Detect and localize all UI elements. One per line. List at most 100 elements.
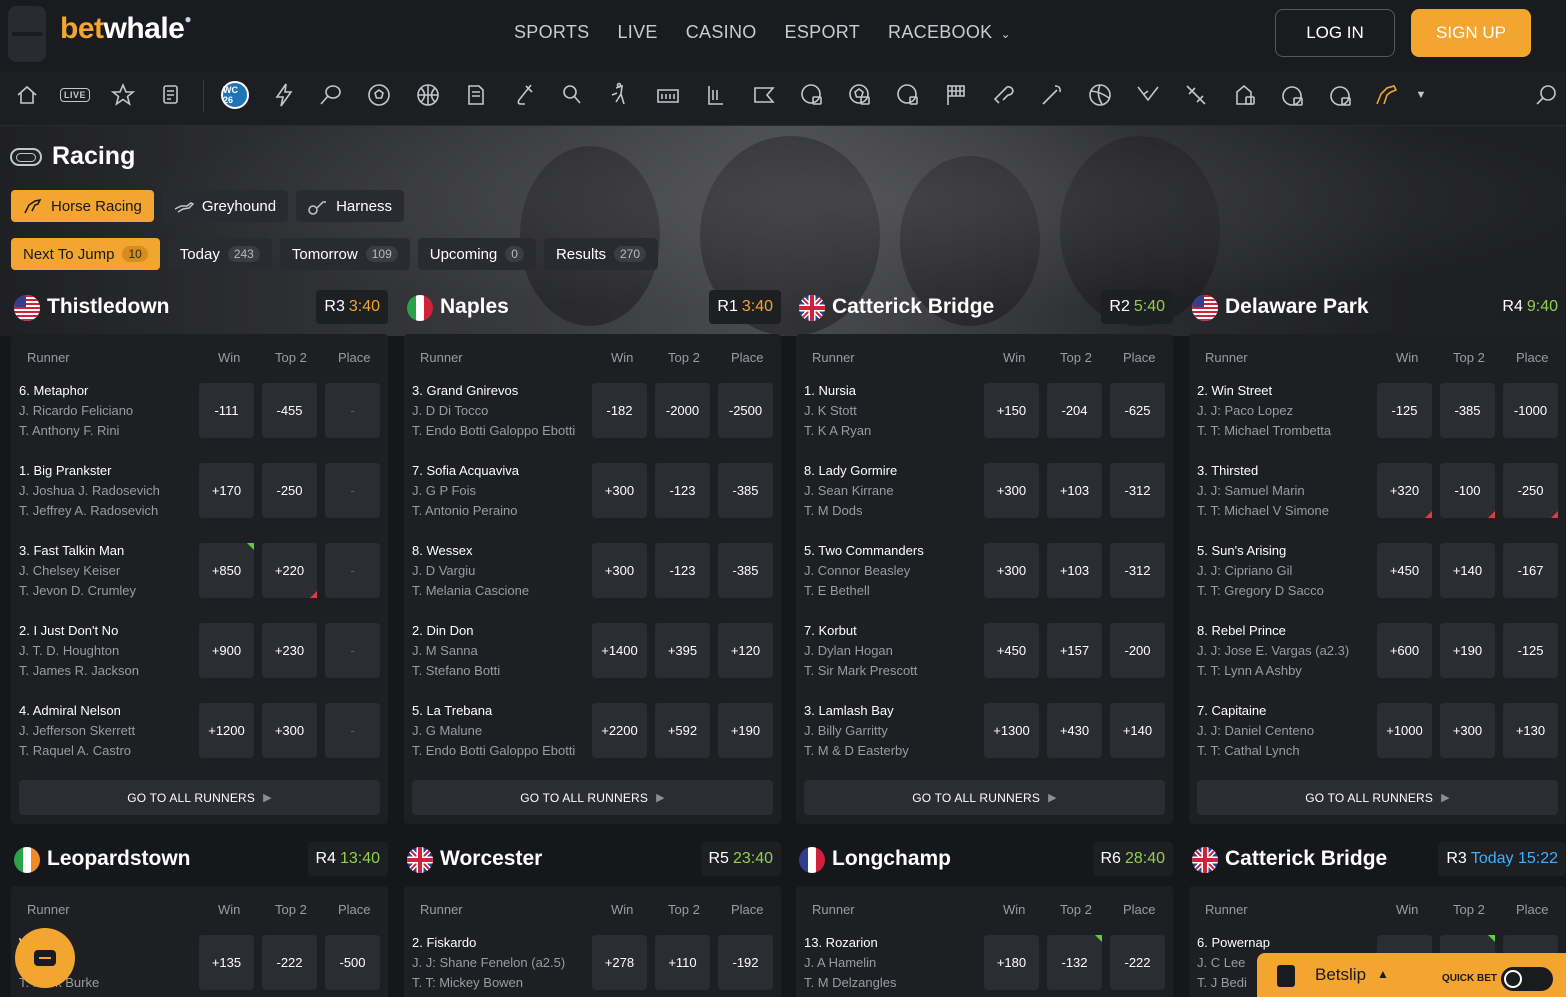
boxing-icon[interactable]: [987, 78, 1021, 112]
live-icon[interactable]: LIVE: [58, 78, 92, 112]
motorsport-icon[interactable]: [939, 78, 973, 112]
odds-place-button[interactable]: -: [325, 623, 380, 678]
odds-top2-button[interactable]: +103: [1047, 463, 1102, 518]
odds-top2-button[interactable]: +140: [1440, 543, 1495, 598]
lightning-icon[interactable]: [267, 78, 301, 112]
odds-top2-button[interactable]: -132: [1047, 935, 1102, 990]
odds-place-button[interactable]: -200: [1110, 623, 1165, 678]
odds-place-button[interactable]: -: [325, 383, 380, 438]
tab-today[interactable]: Today 243: [167, 238, 272, 270]
odds-place-button[interactable]: -: [325, 703, 380, 758]
horse-racing-icon[interactable]: [1370, 78, 1404, 112]
odds-top2-button[interactable]: +230: [262, 623, 317, 678]
betslip-icon[interactable]: [154, 78, 188, 112]
odds-place-button[interactable]: +140: [1110, 703, 1165, 758]
odds-top2-button[interactable]: +157: [1047, 623, 1102, 678]
race-header[interactable]: Longchamp R6 28:40: [796, 838, 1173, 882]
efootball-icon[interactable]: [843, 78, 877, 112]
tab-upcoming[interactable]: Upcoming 0: [417, 238, 536, 270]
table-tennis-icon[interactable]: [555, 78, 589, 112]
golf-icon[interactable]: [1035, 78, 1069, 112]
odds-win-button[interactable]: +300: [984, 543, 1039, 598]
odds-place-button[interactable]: -1000: [1503, 383, 1558, 438]
tab-harness[interactable]: Harness: [296, 190, 404, 222]
odds-win-button[interactable]: -125: [1377, 383, 1432, 438]
hockey-icon[interactable]: [507, 78, 541, 112]
odds-top2-button[interactable]: +220: [262, 543, 317, 598]
odds-place-button[interactable]: -385: [718, 543, 773, 598]
volleyball-icon[interactable]: [1083, 78, 1117, 112]
darts-icon[interactable]: [1179, 78, 1213, 112]
tab-next-to-jump[interactable]: Next To Jump 10: [11, 238, 160, 270]
nav-racebook[interactable]: RACEBOOK ⌄: [888, 22, 1011, 43]
tennis-icon[interactable]: [314, 78, 348, 112]
go-to-all-runners-button[interactable]: GO TO ALL RUNNERS ▶: [412, 780, 773, 815]
volta-football-icon[interactable]: [1276, 78, 1310, 112]
signup-button[interactable]: SIGN UP: [1411, 9, 1531, 57]
tab-results[interactable]: Results 270: [543, 238, 659, 270]
odds-top2-button[interactable]: +395: [655, 623, 710, 678]
odds-win-button[interactable]: +180: [984, 935, 1039, 990]
odds-place-button[interactable]: -222: [1110, 935, 1165, 990]
nfl-icon[interactable]: [699, 78, 733, 112]
penalty-icon[interactable]: [1324, 78, 1358, 112]
odds-place-button[interactable]: -167: [1503, 543, 1558, 598]
tab-greyhound[interactable]: Greyhound: [161, 190, 289, 222]
odds-top2-button[interactable]: +300: [1440, 703, 1495, 758]
odds-win-button[interactable]: +2200: [592, 703, 647, 758]
esport-icon[interactable]: [891, 78, 925, 112]
world-cup-icon[interactable]: WC 26: [218, 78, 252, 112]
odds-top2-button[interactable]: +190: [1440, 623, 1495, 678]
odds-win-button[interactable]: +1000: [1377, 703, 1432, 758]
odds-place-button[interactable]: -: [325, 543, 380, 598]
more-sports-dropdown-icon[interactable]: ▼: [1404, 78, 1438, 112]
mma-icon[interactable]: [651, 78, 685, 112]
race-header[interactable]: Worcester R5 23:40: [404, 838, 781, 882]
odds-top2-button[interactable]: -385: [1440, 383, 1495, 438]
odds-top2-button[interactable]: -123: [655, 543, 710, 598]
odds-win-button[interactable]: +278: [592, 935, 647, 990]
quick-bet-toggle[interactable]: [1501, 967, 1553, 991]
odds-win-button[interactable]: -182: [592, 383, 647, 438]
betslip-bar[interactable]: Betslip ▲ QUICK BET: [1257, 953, 1566, 997]
odds-top2-button[interactable]: -204: [1047, 383, 1102, 438]
odds-place-button[interactable]: -250: [1503, 463, 1558, 518]
fifa-icon[interactable]: [795, 78, 829, 112]
virtual-icon[interactable]: [1227, 78, 1261, 112]
odds-win-button[interactable]: +300: [984, 463, 1039, 518]
odds-win-button[interactable]: +135: [199, 935, 254, 990]
home-icon[interactable]: [10, 78, 44, 112]
odds-win-button[interactable]: +900: [199, 623, 254, 678]
nav-live[interactable]: LIVE: [618, 22, 658, 43]
odds-top2-button[interactable]: +110: [655, 935, 710, 990]
baseball-icon[interactable]: [459, 78, 493, 112]
odds-place-button[interactable]: -625: [1110, 383, 1165, 438]
odds-win-button[interactable]: +1300: [984, 703, 1039, 758]
odds-win-button[interactable]: +170: [199, 463, 254, 518]
odds-win-button[interactable]: +300: [592, 463, 647, 518]
odds-top2-button[interactable]: +300: [262, 703, 317, 758]
odds-top2-button[interactable]: -123: [655, 463, 710, 518]
odds-top2-button[interactable]: -455: [262, 383, 317, 438]
odds-win-button[interactable]: +1400: [592, 623, 647, 678]
search-icon[interactable]: [1530, 78, 1564, 112]
odds-place-button[interactable]: -312: [1110, 463, 1165, 518]
login-button[interactable]: LOG IN: [1275, 9, 1395, 57]
nav-sports[interactable]: SPORTS: [514, 22, 590, 43]
odds-top2-button[interactable]: -2000: [655, 383, 710, 438]
favorites-icon[interactable]: [106, 78, 140, 112]
odds-place-button[interactable]: -500: [325, 935, 380, 990]
odds-win-button[interactable]: +600: [1377, 623, 1432, 678]
odds-win-button[interactable]: -111: [199, 383, 254, 438]
race-header[interactable]: Catterick Bridge R3 Today 15:22: [1189, 838, 1566, 882]
go-to-all-runners-button[interactable]: GO TO ALL RUNNERS ▶: [19, 780, 380, 815]
odds-place-button[interactable]: +120: [718, 623, 773, 678]
odds-win-button[interactable]: +850: [199, 543, 254, 598]
go-to-all-runners-button[interactable]: GO TO ALL RUNNERS ▶: [804, 780, 1165, 815]
odds-top2-button[interactable]: -250: [262, 463, 317, 518]
logo-mark-icon[interactable]: [8, 6, 46, 62]
odds-win-button[interactable]: +1200: [199, 703, 254, 758]
soccer-icon[interactable]: [362, 78, 396, 112]
odds-top2-button[interactable]: -100: [1440, 463, 1495, 518]
odds-win-button[interactable]: +320: [1377, 463, 1432, 518]
